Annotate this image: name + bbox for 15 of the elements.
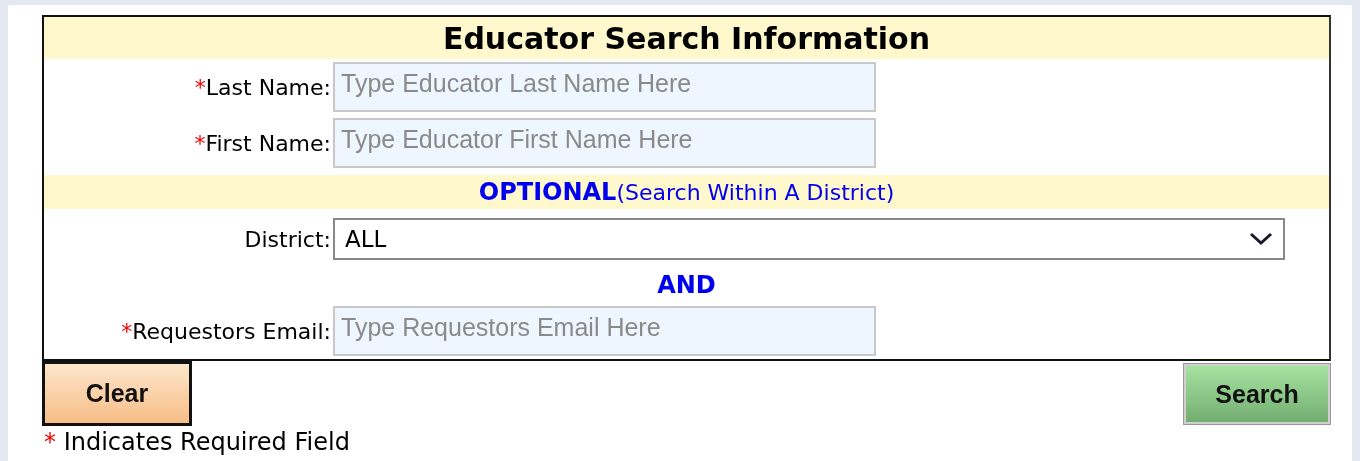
district-dropdown[interactable]: ALL: [333, 218, 1285, 260]
input-field[interactable]: Type Educator Last Name Here: [333, 62, 876, 112]
chevron-down-icon: [1249, 232, 1273, 246]
connector-text: AND: [657, 271, 716, 299]
input-field[interactable]: Type Requestors Email Here: [333, 306, 876, 356]
field-label: District:: [243, 226, 331, 252]
section-heading: OPTIONAL(Search Within A District): [478, 178, 895, 206]
required-note: * Indicates Required Field: [44, 428, 351, 456]
field-label: *Last Name:: [193, 74, 331, 100]
clear-button[interactable]: Clear: [42, 361, 192, 426]
search-button[interactable]: Search: [1183, 363, 1331, 425]
form-title: Educator Search Information: [44, 17, 1329, 59]
field-label: *First Name:: [193, 130, 331, 156]
field-label: *Requestors Email:: [120, 318, 331, 344]
input-field[interactable]: Type Educator First Name Here: [333, 118, 876, 168]
